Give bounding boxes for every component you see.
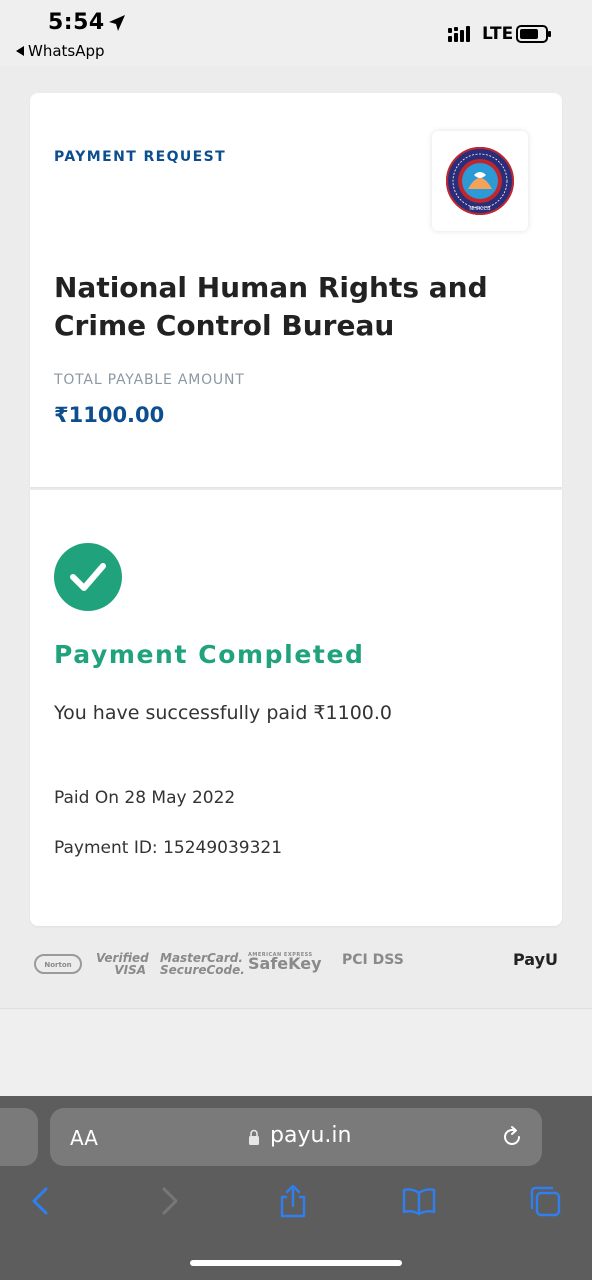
network-type: LTE	[482, 24, 514, 44]
payment-id: Payment ID: 15249039321	[54, 838, 283, 858]
bookmarks-icon[interactable]	[402, 1184, 436, 1218]
merchant-logo: NHRCCB	[432, 131, 528, 231]
clock: 5:54	[48, 10, 105, 35]
paid-on-date: Paid On 28 May 2022	[54, 788, 236, 808]
page-footer-space	[0, 1008, 592, 1096]
pci-dss-badge: PCI DSS	[342, 952, 404, 968]
payment-request-label: PAYMENT REQUEST	[54, 149, 227, 165]
previous-tab-peek[interactable]	[0, 1108, 38, 1166]
payment-request-card: PAYMENT REQUEST NHRCCB National Human Ri…	[30, 93, 562, 487]
status-bar: 5:54 WhatsApp LTE	[0, 0, 592, 66]
location-arrow-icon	[109, 15, 125, 31]
share-icon[interactable]	[276, 1184, 310, 1218]
forward-chevron-icon[interactable]	[152, 1184, 186, 1218]
safekey-label: SafeKey	[248, 954, 322, 973]
visa-line2: VISA	[114, 963, 146, 977]
cellular-signal-icon	[448, 26, 470, 42]
battery-icon	[516, 25, 551, 43]
payment-status-title: Payment Completed	[54, 640, 365, 669]
success-message: You have successfully paid ₹1100.0	[54, 702, 392, 724]
payu-logo: PayU	[513, 950, 559, 969]
back-triangle-icon	[16, 46, 24, 56]
address-bar[interactable]: AA payu.in	[50, 1108, 542, 1166]
verified-by-visa-badge: Verified VISA	[96, 952, 149, 977]
mastercard-line2: SecureCode.	[160, 963, 245, 977]
text-size-button[interactable]: AA	[70, 1126, 98, 1150]
nhrccb-emblem-icon: NHRCCB	[446, 147, 514, 215]
back-app-label: WhatsApp	[28, 42, 105, 60]
norton-secured-badge: Norton	[34, 954, 82, 974]
lock-icon	[249, 1129, 259, 1145]
home-indicator[interactable]	[190, 1260, 402, 1266]
mastercard-securecode-badge: MasterCard. SecureCode.	[160, 952, 245, 976]
total-payable-label: TOTAL PAYABLE AMOUNT	[54, 372, 245, 388]
browser-bottom-bar: AA payu.in	[0, 1096, 592, 1280]
reload-icon[interactable]	[500, 1125, 524, 1149]
total-amount: ₹1100.00	[54, 403, 165, 427]
trust-badges: Norton Verified VISA MasterCard. SecureC…	[0, 950, 592, 982]
back-to-app-link[interactable]: WhatsApp	[16, 42, 105, 60]
back-chevron-icon[interactable]	[24, 1184, 58, 1218]
merchant-name: National Human Rights and Crime Control …	[54, 271, 488, 342]
amex-safekey-badge: AMERICAN EXPRESS SafeKey	[248, 952, 322, 973]
url-text[interactable]: payu.in	[270, 1123, 351, 1148]
logo-caption: NHRCCB	[469, 206, 491, 212]
payment-status-card: Payment Completed You have successfully …	[30, 490, 562, 926]
tabs-icon[interactable]	[528, 1184, 562, 1218]
success-check-icon	[54, 543, 122, 611]
